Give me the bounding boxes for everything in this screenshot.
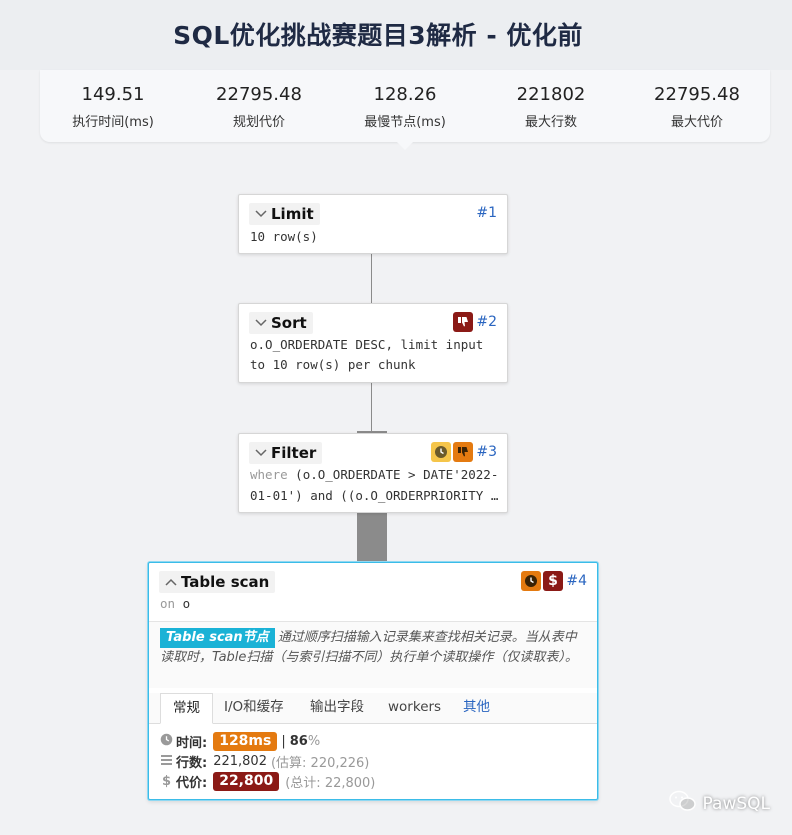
thumbs-down-icon bbox=[453, 312, 473, 332]
page-title: SQL优化挑战赛题目3解析 - 优化前 bbox=[173, 21, 583, 50]
node-description: on o bbox=[160, 593, 190, 614]
node-id: #2 bbox=[476, 314, 497, 330]
plan-node-sort[interactable]: Sort #2 o.O_ORDERDATE DESC, limit input … bbox=[238, 303, 508, 383]
stat-max-rows: 221802 最大行数 bbox=[478, 84, 624, 130]
tab-output-fields[interactable]: 输出字段 bbox=[298, 693, 376, 722]
tab-general[interactable]: 常规 bbox=[160, 693, 213, 724]
node-description-line1: where (o.O_ORDERDATE > DATE'2022- bbox=[250, 464, 498, 485]
thumbs-down-icon bbox=[453, 442, 473, 462]
node-type-description: Table scan节点 通过顺序扫描输入记录集来查找相关记录。当从表中读取时，T… bbox=[160, 628, 588, 668]
edge-sort-filter bbox=[371, 381, 372, 433]
node-name: Filter bbox=[271, 444, 317, 462]
stat-value: 149.51 bbox=[81, 84, 145, 105]
stat-plan-cost: 22795.48 规划代价 bbox=[186, 84, 332, 130]
node-description: 10 row(s) bbox=[250, 229, 318, 244]
stat-value: 128.26 bbox=[373, 84, 437, 105]
chevron-down-icon[interactable] bbox=[253, 206, 269, 222]
node-header[interactable]: Limit bbox=[249, 203, 320, 225]
table-name: o bbox=[182, 596, 191, 611]
title-bar: SQL优化挑战赛题目3解析 - 优化前 bbox=[0, 0, 792, 70]
metric-time: 时间: 128ms | 86% bbox=[160, 731, 320, 751]
plan-node-limit[interactable]: Limit #1 10 row(s) bbox=[238, 194, 508, 254]
cost-value-badge: 22,800 bbox=[213, 771, 280, 791]
node-header[interactable]: Table scan bbox=[159, 571, 276, 593]
node-info-panel: Table scan节点 通过顺序扫描输入记录集来查找相关记录。当从表中读取时，T… bbox=[149, 621, 597, 688]
stat-value: 221802 bbox=[516, 84, 586, 105]
chevron-down-icon[interactable] bbox=[253, 315, 269, 331]
keyword-on: on bbox=[160, 596, 176, 611]
tab-other[interactable]: 其他 bbox=[451, 693, 502, 722]
tab-io-cache[interactable]: I/O和缓存 bbox=[212, 693, 296, 722]
time-value-badge: 128ms bbox=[213, 731, 278, 751]
node-id: #1 bbox=[476, 205, 497, 221]
node-description-line2: 01-01') and ((o.O_ORDERPRIORITY … bbox=[250, 488, 499, 503]
filter-condition: (o.O_ORDERDATE > DATE'2022- bbox=[287, 467, 499, 482]
dollar-icon: $ bbox=[161, 773, 172, 789]
wechat-icon bbox=[668, 790, 697, 817]
edge-limit-sort bbox=[371, 252, 372, 304]
node-header[interactable]: Sort bbox=[249, 312, 313, 334]
stat-exec-time: 149.51 执行时间(ms) bbox=[40, 84, 186, 130]
stat-label: 最大行数 bbox=[524, 115, 577, 130]
plan-node-filter[interactable]: Filter #3 where (o.O_ORDERDATE > DATE'20… bbox=[238, 433, 508, 513]
metric-label: 代价: bbox=[176, 775, 208, 791]
stat-max-cost: 22795.48 最大代价 bbox=[624, 84, 770, 130]
watermark-text: PawSQL bbox=[702, 793, 770, 814]
stat-slowest-node: 128.26 最慢节点(ms) bbox=[332, 84, 478, 130]
stat-label: 最大代价 bbox=[670, 115, 723, 130]
node-type-highlight: Table scan节点 bbox=[160, 628, 275, 648]
stat-label: 最慢节点(ms) bbox=[364, 115, 446, 130]
rows-estimate: (估算: 220,226) bbox=[270, 755, 370, 771]
node-description-line1: o.O_ORDERDATE DESC, limit input bbox=[250, 337, 484, 352]
detail-tabs: 常规 I/O和缓存 输出字段 workers 其他 bbox=[149, 693, 597, 724]
stat-label: 执行时间(ms) bbox=[72, 115, 154, 130]
dollar-icon: $ bbox=[543, 571, 563, 591]
clock-icon bbox=[160, 733, 173, 750]
metric-cost: $ 代价: 22,800 (总计: 22,800) bbox=[160, 771, 375, 791]
plan-node-tablescan[interactable]: Table scan $ #4 on o Table scan节点 通过顺序扫描输… bbox=[148, 562, 598, 800]
stats-panel: 149.51 执行时间(ms) 22795.48 规划代价 128.26 最慢节… bbox=[40, 70, 770, 142]
stat-label: 规划代价 bbox=[232, 115, 285, 130]
panel-pointer bbox=[397, 142, 413, 150]
metric-label: 行数: bbox=[176, 755, 208, 771]
stat-value: 22795.48 bbox=[654, 84, 740, 105]
cost-total: (总计: 22,800) bbox=[285, 775, 376, 791]
rows-value: 221,802 bbox=[213, 753, 267, 769]
time-percent: 86 bbox=[289, 733, 308, 749]
tab-workers[interactable]: workers bbox=[376, 693, 453, 722]
node-name: Limit bbox=[271, 205, 314, 223]
chevron-up-icon[interactable] bbox=[163, 574, 179, 590]
percent-unit: % bbox=[307, 733, 321, 749]
edge-filter-scan bbox=[357, 511, 387, 562]
node-description-line2: to 10 row(s) per chunk bbox=[250, 357, 416, 372]
stat-value: 22795.48 bbox=[216, 84, 302, 105]
keyword-where: where bbox=[250, 467, 288, 482]
metric-rows: 行数: 221,802 (估算: 220,226) bbox=[160, 751, 369, 771]
watermark: PawSQL bbox=[668, 790, 770, 817]
node-name: Table scan bbox=[181, 573, 270, 591]
separator: | bbox=[281, 733, 286, 749]
clock-icon bbox=[521, 571, 541, 591]
metric-label: 时间: bbox=[176, 735, 208, 751]
node-id: #4 bbox=[566, 573, 587, 589]
node-name: Sort bbox=[271, 314, 307, 332]
rows-icon bbox=[160, 753, 173, 770]
chevron-down-icon[interactable] bbox=[253, 445, 269, 461]
node-id: #3 bbox=[476, 444, 497, 460]
clock-icon bbox=[431, 442, 451, 462]
node-header[interactable]: Filter bbox=[249, 442, 323, 464]
